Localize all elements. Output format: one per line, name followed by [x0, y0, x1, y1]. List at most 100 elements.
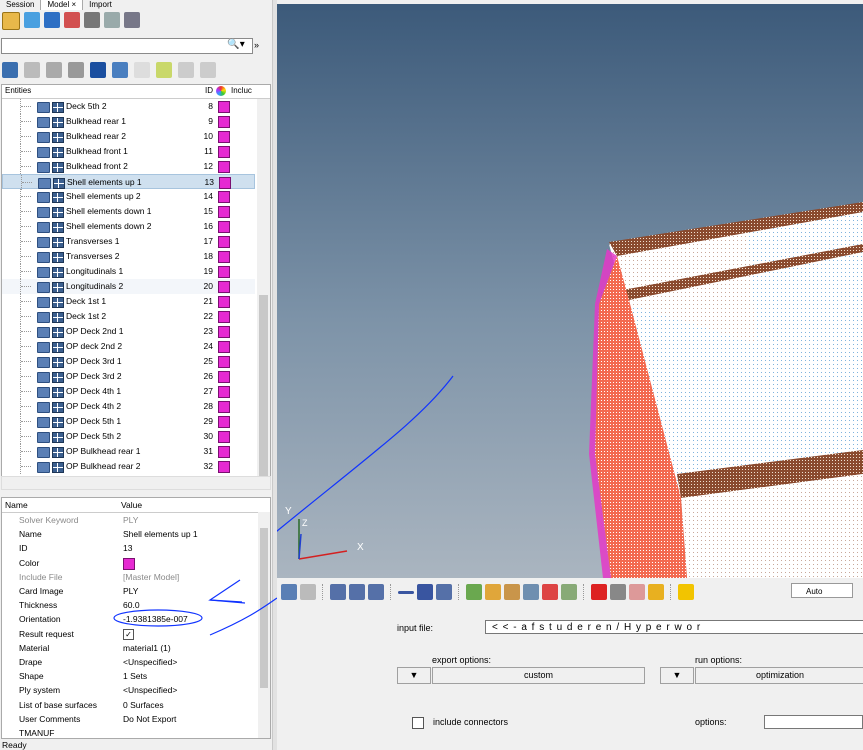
- tree-row[interactable]: Shell elements up 2 14: [2, 189, 255, 204]
- auto-dropdown[interactable]: Auto: [791, 583, 853, 598]
- grid-icon[interactable]: [52, 252, 64, 263]
- component-folder-icon[interactable]: [37, 252, 50, 263]
- component-folder-icon[interactable]: [37, 147, 50, 158]
- color-swatch[interactable]: [218, 401, 230, 413]
- material-icon[interactable]: [124, 12, 140, 28]
- tree-row[interactable]: OP Deck 4th 2 28: [2, 399, 255, 414]
- loadstep-icon[interactable]: [64, 12, 80, 28]
- color-swatch[interactable]: [218, 266, 230, 278]
- color-swatch[interactable]: [218, 461, 230, 473]
- redo-view-icon[interactable]: [436, 584, 452, 600]
- property-value[interactable]: 13: [123, 541, 132, 555]
- cube-icon[interactable]: [90, 62, 106, 78]
- grid-icon[interactable]: [52, 357, 64, 368]
- id-header[interactable]: ID: [205, 86, 213, 95]
- component-folder-icon[interactable]: [37, 417, 50, 428]
- component-folder-icon[interactable]: [37, 132, 50, 143]
- component-folder-icon[interactable]: [37, 207, 50, 218]
- tree-row[interactable]: Bulkhead rear 2 10: [2, 129, 255, 144]
- component-folder-icon[interactable]: [37, 327, 50, 338]
- color-swatch[interactable]: [218, 101, 230, 113]
- component-folder-icon[interactable]: [37, 357, 50, 368]
- color-swatch[interactable]: [218, 146, 230, 158]
- tree-row[interactable]: Shell elements down 1 15: [2, 204, 255, 219]
- tree-row[interactable]: Transverses 2 18: [2, 249, 255, 264]
- grid-icon[interactable]: [52, 327, 64, 338]
- arrow-right-icon[interactable]: [349, 584, 365, 600]
- model-browser-icon[interactable]: [2, 12, 20, 30]
- property-row[interactable]: Ply system <Unspecified>: [2, 683, 257, 697]
- component-folder-icon[interactable]: [37, 432, 50, 443]
- tree-row[interactable]: OP Deck 3rd 1 25: [2, 354, 255, 369]
- search-icon[interactable]: 🔍▾: [221, 38, 251, 52]
- component-folder-icon[interactable]: [37, 297, 50, 308]
- color-swatch[interactable]: [218, 236, 230, 248]
- hide-icon[interactable]: [46, 62, 62, 78]
- reverse-icon[interactable]: [504, 584, 520, 600]
- grid-icon[interactable]: [52, 462, 64, 473]
- tree-row[interactable]: OP Deck 2nd 1 23: [2, 324, 255, 339]
- component-folder-icon[interactable]: [37, 192, 50, 203]
- tree-row[interactable]: Transverses 1 17: [2, 234, 255, 249]
- minus-icon[interactable]: [398, 590, 414, 594]
- tree-row[interactable]: OP Deck 5th 1 29: [2, 414, 255, 429]
- property-row[interactable]: Name Shell elements up 1: [2, 527, 257, 541]
- grid-icon[interactable]: [52, 342, 64, 353]
- part-icon[interactable]: [44, 12, 60, 28]
- component-folder-icon[interactable]: [37, 312, 50, 323]
- property-row[interactable]: Solver Keyword PLY: [2, 513, 257, 527]
- ruler-icon[interactable]: [561, 584, 577, 600]
- color-swatch[interactable]: [218, 221, 230, 233]
- property-row[interactable]: TMANUF: [2, 726, 257, 738]
- component-icon[interactable]: [24, 12, 40, 28]
- grid-icon[interactable]: [52, 432, 64, 443]
- eye-plus-minus-icon[interactable]: [178, 62, 194, 78]
- graphics-viewport[interactable]: Y Z X: [277, 4, 863, 578]
- color-swatch[interactable]: [218, 206, 230, 218]
- property-row[interactable]: List of base surfaces 0 Surfaces: [2, 698, 257, 712]
- export-options-dropdown-arrow[interactable]: ▼: [397, 667, 431, 684]
- color-swatch[interactable]: [218, 356, 230, 368]
- component-folder-icon[interactable]: [37, 117, 50, 128]
- property-row[interactable]: Drape <Unspecified>: [2, 655, 257, 669]
- property-value[interactable]: material1 (1): [123, 641, 171, 655]
- find-icon[interactable]: [523, 584, 539, 600]
- grid-icon[interactable]: [53, 178, 65, 189]
- tree-row[interactable]: OP Deck 5th 2 30: [2, 429, 255, 444]
- wrench-icon[interactable]: [300, 584, 316, 600]
- include-header[interactable]: Incluc: [231, 86, 252, 95]
- component-folder-icon[interactable]: [37, 372, 50, 383]
- tree-row[interactable]: Longitudinals 2 20: [2, 279, 255, 294]
- color-swatch[interactable]: [218, 161, 230, 173]
- grid-icon[interactable]: [52, 447, 64, 458]
- tree-row[interactable]: Deck 1st 2 22: [2, 309, 255, 324]
- grid-icon[interactable]: [52, 162, 64, 173]
- grid-icon[interactable]: [52, 102, 64, 113]
- create-entity-icon[interactable]: [2, 62, 18, 78]
- color-swatch[interactable]: [218, 431, 230, 443]
- color-swatch[interactable]: [218, 116, 230, 128]
- cursor-icon[interactable]: [134, 62, 150, 78]
- component-folder-icon[interactable]: [37, 447, 50, 458]
- property-row[interactable]: ID 13: [2, 541, 257, 555]
- delete-icon[interactable]: [542, 584, 558, 600]
- tab-session[interactable]: Session: [0, 0, 40, 10]
- grid-icon[interactable]: [52, 117, 64, 128]
- component-folder-icon[interactable]: [37, 222, 50, 233]
- tree-row[interactable]: Longitudinals 1 19: [2, 264, 255, 279]
- grid-icon[interactable]: [52, 402, 64, 413]
- options-field[interactable]: [764, 715, 863, 729]
- grid-icon[interactable]: [52, 312, 64, 323]
- color-swatch[interactable]: [218, 446, 230, 458]
- run-options-button[interactable]: optimization: [695, 667, 863, 684]
- grid-icon[interactable]: [52, 222, 64, 233]
- grid-icon[interactable]: [52, 282, 64, 293]
- color-swatch[interactable]: [218, 386, 230, 398]
- filter-icon[interactable]: [112, 62, 128, 78]
- grid-icon[interactable]: [52, 297, 64, 308]
- component-folder-icon[interactable]: [37, 342, 50, 353]
- close-x-icon[interactable]: [591, 584, 607, 600]
- tree-row[interactable]: Bulkhead rear 1 9: [2, 114, 255, 129]
- view-display-icon[interactable]: [281, 584, 297, 600]
- lightbulb-icon[interactable]: [648, 584, 664, 600]
